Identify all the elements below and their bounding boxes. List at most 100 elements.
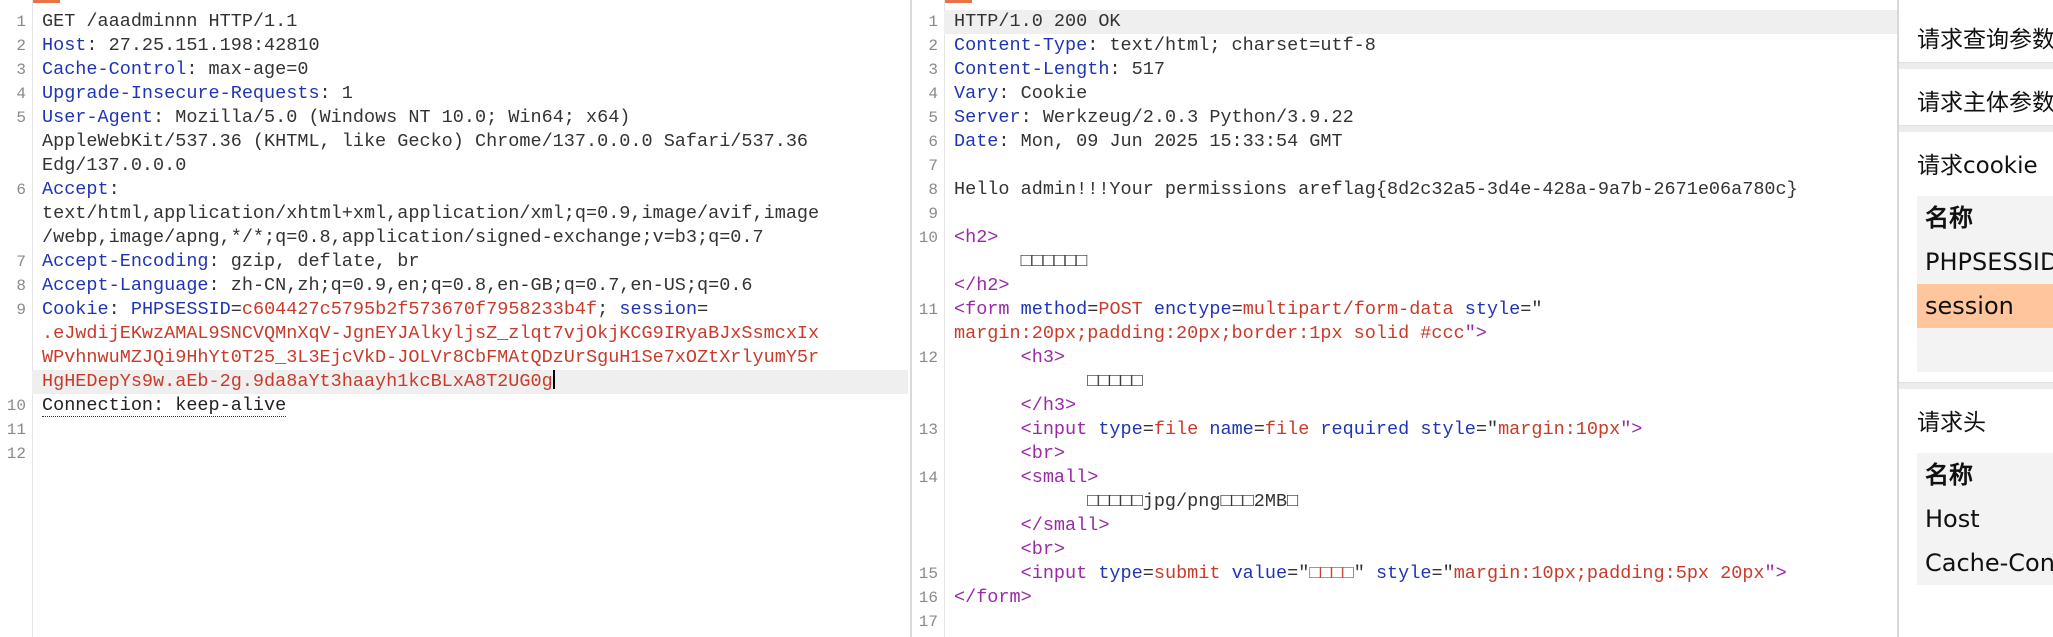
request-line[interactable]: WPvhnwuMZJQi9HhYt0T25_3L3EjcVkD-JOLVr8Cb…: [0, 346, 908, 370]
request-line[interactable]: 12: [0, 442, 908, 466]
response-line[interactable]: 17: [912, 610, 1897, 634]
code-token: □□□□□jpg/png□□□2MB□: [954, 491, 1299, 512]
header-row-cache-control[interactable]: Cache-Control: [1917, 541, 2053, 585]
response-line[interactable]: </h3>: [912, 394, 1897, 418]
request-line[interactable]: 7 Accept-Encoding: gzip, deflate, br: [0, 250, 908, 274]
line-number: [0, 346, 32, 370]
response-viewer[interactable]: 1 HTTP/1.0 200 OK 2 Content-Type: text/html…: [910, 0, 1897, 637]
response-line[interactable]: </small>: [912, 514, 1897, 538]
response-line[interactable]: 7: [912, 154, 1897, 178]
line-number: 15: [918, 565, 938, 583]
response-line[interactable]: <br>: [912, 538, 1897, 562]
line-text: [944, 610, 1897, 634]
response-line[interactable]: 10 <h2>: [912, 226, 1897, 250]
line-number: 17: [918, 613, 938, 631]
request-editor[interactable]: 1 GET /aaadminnn HTTP/1.1 2 Host: 27.25.151…: [0, 0, 908, 637]
line-text: <h2>: [944, 226, 1897, 250]
request-line[interactable]: 8 Accept-Language: zh-CN,zh;q=0.9,en;q=0.…: [0, 274, 908, 298]
line-number: 2: [928, 37, 938, 55]
header-row-host[interactable]: Host: [1917, 497, 2053, 541]
code-token: : Cookie: [998, 83, 1088, 104]
line-number: [0, 202, 32, 226]
response-line[interactable]: 1 HTTP/1.0 200 OK: [912, 10, 1897, 34]
request-line[interactable]: 6 Accept:: [0, 178, 908, 202]
request-code[interactable]: 1 GET /aaadminnn HTTP/1.1 2 Host: 27.25.151…: [0, 10, 908, 466]
line-text: /webp,image/apng,*/*;q=0.8,application/s…: [32, 226, 908, 250]
line-text: GET /aaadminnn HTTP/1.1: [32, 10, 908, 34]
response-line[interactable]: 15 <input type=submit value="□□□□" style…: [912, 562, 1897, 586]
code-token: Connection: keep-alive: [42, 395, 287, 417]
code-token: c604427c5795b2f573670f7958233b4f: [241, 299, 598, 320]
code-token: <br>: [954, 443, 1066, 464]
line-number: [0, 226, 32, 250]
line-text: User-Agent: Mozilla/5.0 (Windows NT 10.0…: [32, 106, 908, 130]
headers-name-header: 名称: [1925, 461, 1973, 489]
request-line[interactable]: 11: [0, 418, 908, 442]
body-params-section[interactable]: 请求主体参数: [1899, 81, 2053, 125]
request-line[interactable]: 2 Host: 27.25.151.198:42810: [0, 34, 908, 58]
code-token: =: [1142, 419, 1154, 440]
code-token: file: [1264, 419, 1321, 440]
request-line[interactable]: text/html,application/xhtml+xml,applicat…: [0, 202, 908, 226]
line-number: 12: [6, 445, 26, 463]
code-token: .eJwdijEKwzAMAL9SNCVQMnXqV-JgnEYJAlkyljs…: [42, 323, 820, 344]
request-line[interactable]: /webp,image/apng,*/*;q=0.8,application/s…: [0, 226, 908, 250]
line-number: 11: [918, 301, 938, 319]
code-token: : text/html; charset=utf-8: [1087, 35, 1376, 56]
cookie-row-phpsessid[interactable]: PHPSESSID: [1917, 240, 2053, 284]
response-line[interactable]: 6 Date: Mon, 09 Jun 2025 15:33:54 GMT: [912, 130, 1897, 154]
response-line[interactable]: 13 <input type=file name=file required s…: [912, 418, 1897, 442]
request-line[interactable]: AppleWebKit/537.36 (KHTML, like Gecko) C…: [0, 130, 908, 154]
request-line[interactable]: 10 Connection: keep-alive: [0, 394, 908, 418]
line-text: Upgrade-Insecure-Requests: 1: [32, 82, 908, 106]
cookie-row-session[interactable]: session: [1917, 284, 2053, 328]
response-line[interactable]: 4 Vary: Cookie: [912, 82, 1897, 106]
line-number: [0, 322, 32, 346]
code-token: : 517: [1109, 59, 1165, 80]
cookie-row-empty[interactable]: [1917, 328, 2053, 372]
response-line[interactable]: 14 <small>: [912, 466, 1897, 490]
headers-section[interactable]: 请求头: [1899, 401, 2053, 445]
response-line[interactable]: </h2>: [912, 274, 1897, 298]
code-token: GET /aaadminnn HTTP/1.1: [42, 11, 298, 32]
request-line[interactable]: 5 User-Agent: Mozilla/5.0 (Windows NT 10.…: [0, 106, 908, 130]
line-text: <br>: [944, 442, 1897, 466]
code-token: =": [1475, 419, 1499, 440]
line-number: 5: [928, 109, 938, 127]
line-number: 3: [16, 61, 26, 79]
cookies-section[interactable]: 请求cookie: [1899, 144, 2053, 188]
response-line[interactable]: □□□□□: [912, 370, 1897, 394]
request-line[interactable]: 3 Cache-Control: max-age=0: [0, 58, 908, 82]
response-line[interactable]: 5 Server: Werkzeug/2.0.3 Python/3.9.22: [912, 106, 1897, 130]
response-line[interactable]: <br>: [912, 442, 1897, 466]
code-token: <input: [954, 419, 1099, 440]
response-line[interactable]: 16 </form>: [912, 586, 1897, 610]
response-line[interactable]: 3 Content-Length: 517: [912, 58, 1897, 82]
code-token: : Mozilla/5.0 (Windows NT 10.0; Win64; x…: [153, 107, 631, 128]
request-line[interactable]: 4 Upgrade-Insecure-Requests: 1: [0, 82, 908, 106]
response-line[interactable]: □□□□□jpg/png□□□2MB□: [912, 490, 1897, 514]
request-line[interactable]: .eJwdijEKwzAMAL9SNCVQMnXqV-JgnEYJAlkyljs…: [0, 322, 908, 346]
code-token: session: [619, 299, 698, 320]
response-line[interactable]: □□□□□□: [912, 250, 1897, 274]
request-line[interactable]: 1 GET /aaadminnn HTTP/1.1: [0, 10, 908, 34]
code-token: </h2>: [954, 275, 1010, 296]
line-number: 5: [16, 109, 26, 127]
response-line[interactable]: 8 Hello admin!!!Your permissions areflag{…: [912, 178, 1897, 202]
request-line[interactable]: 9 Cookie: PHPSESSID=c604427c5795b2f573670…: [0, 298, 908, 322]
response-line[interactable]: 9: [912, 202, 1897, 226]
query-params-section[interactable]: 请求查询参数: [1899, 18, 2053, 62]
code-token: style: [1375, 563, 1432, 584]
request-line[interactable]: HgHEDepYs9w.aEb-2g.9da8aYt3haayh1kcBLxA8…: [0, 370, 908, 394]
line-number: [912, 514, 944, 538]
code-token: AppleWebKit/537.36 (KHTML, like Gecko) C…: [42, 131, 809, 152]
response-line[interactable]: 2 Content-Type: text/html; charset=utf-8: [912, 34, 1897, 58]
code-token: Accept-Encoding: [42, 251, 209, 272]
request-line[interactable]: Edg/137.0.0.0: [0, 154, 908, 178]
line-text: Cache-Control: max-age=0: [32, 58, 908, 82]
response-line[interactable]: margin:20px;padding:20px;border:1px soli…: [912, 322, 1897, 346]
response-line[interactable]: 11 <form method=POST enctype=multipart/fo…: [912, 298, 1897, 322]
line-text: Accept:: [32, 178, 908, 202]
response-line[interactable]: 12 <h3>: [912, 346, 1897, 370]
response-code[interactable]: 1 HTTP/1.0 200 OK 2 Content-Type: text/html…: [912, 10, 1897, 634]
